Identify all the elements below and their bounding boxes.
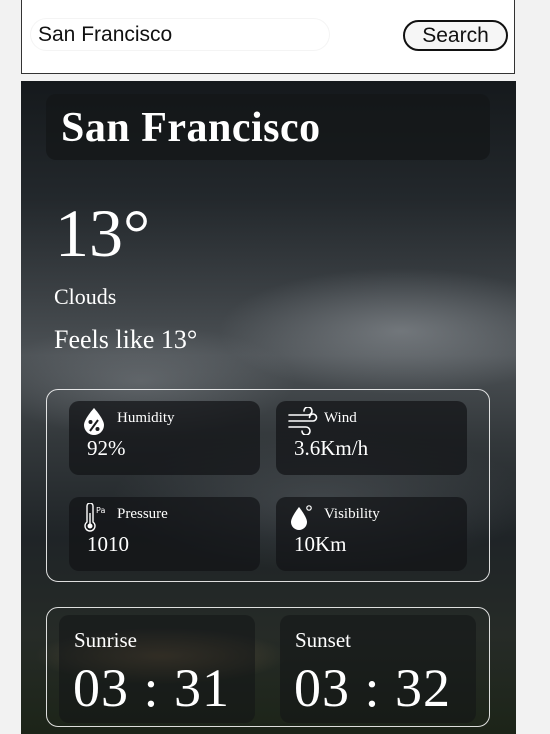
sun-times: Sunrise 03 : 31 Sunset 03 : 32 bbox=[46, 607, 490, 727]
sunrise-label: Sunrise bbox=[74, 628, 137, 652]
visibility-tile: Visibility 10Km bbox=[276, 497, 467, 571]
water-drop-icon bbox=[288, 503, 314, 531]
humidity-drop-percent-icon bbox=[81, 407, 107, 435]
humidity-tile: Humidity 92% bbox=[69, 401, 260, 475]
sunset-tile: Sunset 03 : 32 bbox=[280, 615, 476, 723]
city-header: San Francisco bbox=[46, 94, 490, 160]
city-name: San Francisco bbox=[61, 105, 321, 151]
pressure-value: 1010 bbox=[87, 532, 129, 556]
svg-text:Pa: Pa bbox=[96, 506, 105, 515]
temperature: 13° bbox=[55, 195, 151, 271]
wind-icon bbox=[288, 406, 318, 436]
visibility-value: 10Km bbox=[294, 532, 347, 556]
wind-value: 3.6Km/h bbox=[294, 436, 369, 460]
weather-condition: Clouds bbox=[54, 284, 117, 309]
wind-label: Wind bbox=[324, 410, 357, 426]
humidity-label: Humidity bbox=[117, 410, 175, 426]
sunrise-tile: Sunrise 03 : 31 bbox=[59, 615, 255, 723]
sunset-label: Sunset bbox=[295, 628, 352, 652]
search-button[interactable]: Search bbox=[403, 20, 508, 51]
sunset-time: 03 : 32 bbox=[294, 658, 452, 718]
sunrise-time: 03 : 31 bbox=[73, 658, 231, 718]
weather-card: San Francisco 13° Clouds Feels like 13° … bbox=[21, 81, 516, 734]
weather-details: Humidity 92% Wind 3.6Km/h Pa Pressure 10… bbox=[46, 389, 490, 582]
pressure-tile: Pa Pressure 1010 bbox=[69, 497, 260, 571]
humidity-value: 92% bbox=[87, 436, 126, 460]
visibility-label: Visibility bbox=[324, 506, 380, 522]
thermometer-pressure-icon: Pa bbox=[81, 502, 107, 532]
search-input[interactable] bbox=[30, 18, 330, 51]
search-bar: Search bbox=[21, 0, 515, 74]
wind-tile: Wind 3.6Km/h bbox=[276, 401, 467, 475]
feels-like: Feels like 13° bbox=[54, 325, 198, 354]
pressure-label: Pressure bbox=[117, 506, 168, 522]
